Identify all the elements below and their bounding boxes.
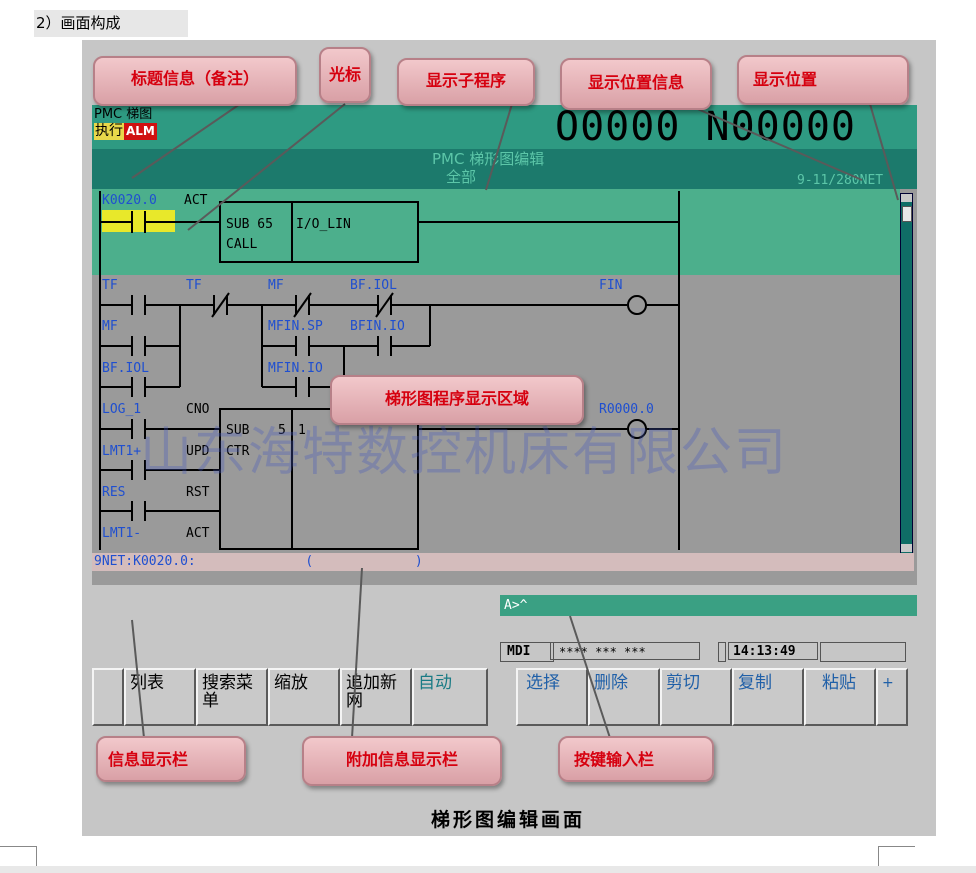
callout-position: 显示位置 <box>737 55 909 105</box>
callout-cursor-text: 光标 <box>328 65 361 84</box>
callout-title-info-text: 标题信息（备注） <box>130 69 259 88</box>
callout-subprogram: 显示子程序 <box>397 58 535 106</box>
callout-extra-message-bar: 附加信息显示栏 <box>302 736 502 786</box>
callout-extra-message-bar-text: 附加信息显示栏 <box>345 750 458 769</box>
callout-position-info-text: 显示位置信息 <box>587 73 684 92</box>
figure-caption: 梯形图编辑画面 <box>430 809 585 831</box>
corner-mark-right <box>878 846 915 867</box>
callout-position-text: 显示位置 <box>753 70 818 89</box>
callout-cursor: 光标 <box>319 47 371 103</box>
corner-mark-left <box>0 846 37 867</box>
callout-message-bar-text: 信息显示栏 <box>108 750 189 769</box>
page-bottom-band <box>0 866 976 873</box>
callout-subprogram-text: 显示子程序 <box>425 71 506 90</box>
callout-message-bar: 信息显示栏 <box>96 736 246 782</box>
callout-ladder-area: 梯形图程序显示区域 <box>330 375 584 425</box>
callout-title-info: 标题信息（备注） <box>93 56 297 106</box>
callout-key-input-bar: 按键输入栏 <box>558 736 714 782</box>
callout-position-info: 显示位置信息 <box>560 58 712 110</box>
callout-ladder-area-text: 梯形图程序显示区域 <box>384 389 529 408</box>
callout-key-input-bar-text: 按键输入栏 <box>574 750 655 769</box>
